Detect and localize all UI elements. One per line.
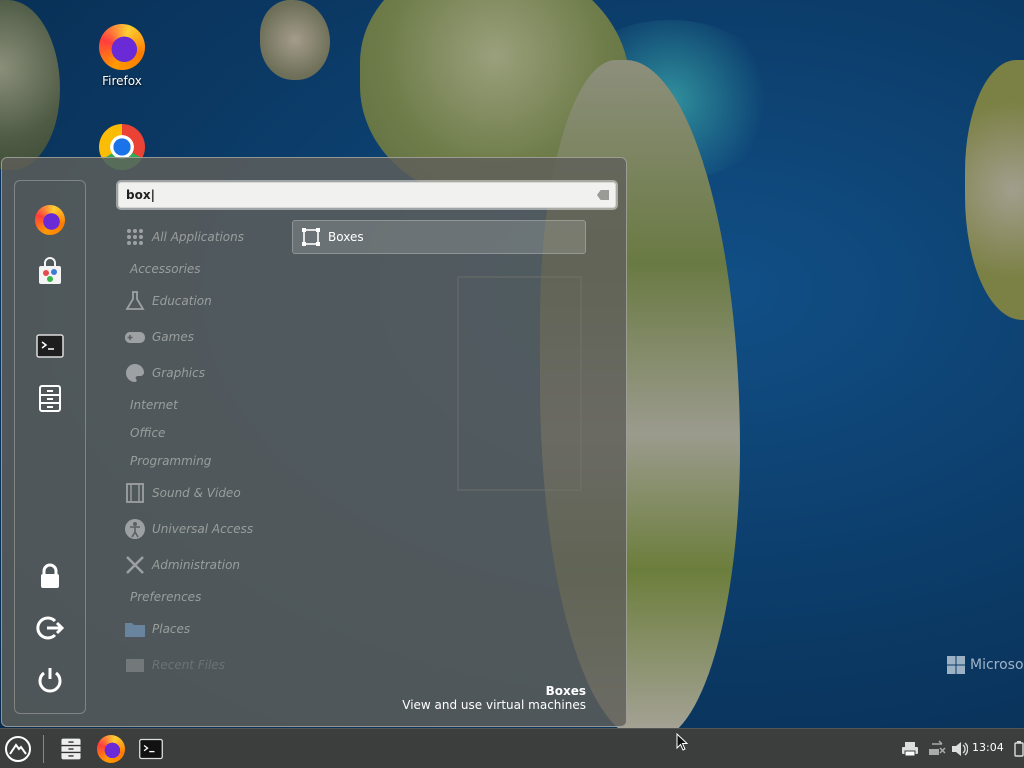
application-menu: All Applications Accessories Education G… [1, 157, 627, 727]
volume-icon[interactable] [950, 740, 968, 758]
terminal-icon [36, 334, 64, 358]
desktop-icon-label: Firefox [102, 74, 142, 88]
printer-icon[interactable] [901, 740, 919, 758]
menu-launcher-button[interactable] [3, 734, 33, 764]
category-internet[interactable]: Internet [130, 392, 178, 418]
category-label: Programming [130, 454, 212, 468]
accessibility-icon [125, 519, 145, 539]
desktop-icon-firefox[interactable]: Firefox [87, 24, 157, 88]
taskbar-terminal[interactable] [136, 734, 166, 764]
file-manager-icon [39, 385, 61, 412]
lock-icon [41, 563, 59, 588]
taskbar: 13:04 [0, 728, 1024, 768]
app-description: Boxes View and use virtual machines [402, 684, 586, 712]
recent-files-icon [126, 659, 144, 672]
category-programming[interactable]: Programming [130, 448, 211, 474]
grid-icon [127, 229, 143, 245]
network-offline-icon[interactable] [928, 740, 946, 758]
taskbar-clock[interactable]: 13:04 [972, 741, 1004, 754]
battery-icon[interactable] [1010, 740, 1024, 758]
category-label: Office [130, 426, 166, 440]
category-sound-video[interactable]: Sound & Video [124, 480, 241, 506]
windows-logo-icon [947, 656, 965, 674]
tools-icon [126, 556, 144, 574]
category-label: Recent Files [152, 658, 226, 672]
taskbar-file-manager[interactable] [56, 734, 86, 764]
category-label: Accessories [130, 262, 201, 276]
flask-icon [125, 291, 145, 310]
mouse-cursor-icon [676, 733, 688, 751]
category-office[interactable]: Office [130, 420, 165, 446]
app-description-title: Boxes [545, 684, 586, 698]
logout-button[interactable] [33, 611, 67, 645]
category-preferences[interactable]: Preferences [130, 584, 201, 610]
category-games[interactable]: Games [124, 324, 194, 350]
category-education[interactable]: Education [124, 288, 212, 314]
category-all-applications[interactable]: All Applications [124, 224, 244, 250]
software-store-icon [39, 257, 61, 284]
search-result-boxes[interactable]: Boxes [292, 220, 586, 254]
firefox-icon [99, 24, 145, 70]
logout-icon [36, 616, 65, 640]
category-label: Games [152, 330, 194, 344]
search-result-label: Boxes [328, 230, 364, 244]
category-graphics[interactable]: Graphics [124, 360, 205, 386]
windows-watermark: Microso [947, 656, 1024, 674]
category-label: Administration [152, 558, 241, 572]
firefox-icon [35, 205, 65, 235]
category-places[interactable]: Places [124, 616, 190, 642]
category-label: Internet [130, 398, 178, 412]
category-universal-access[interactable]: Universal Access [124, 516, 253, 542]
favorite-file-manager[interactable] [33, 381, 67, 415]
terminal-icon [139, 738, 163, 760]
power-icon [38, 668, 62, 693]
category-label: Places [152, 622, 191, 636]
boxes-icon [302, 228, 320, 246]
category-recent-files[interactable]: Recent Files [124, 652, 225, 678]
folder-icon [125, 623, 145, 637]
menu-search-box[interactable] [118, 182, 616, 208]
power-button[interactable] [33, 663, 67, 697]
category-label: Universal Access [152, 522, 254, 536]
favorites-sidebar [14, 180, 86, 714]
firefox-icon [97, 735, 125, 763]
category-label: Graphics [152, 366, 205, 380]
category-label: All Applications [152, 230, 244, 244]
lock-screen-button[interactable] [33, 559, 67, 593]
film-icon [126, 483, 144, 503]
palette-icon [126, 363, 145, 382]
zorin-logo-icon [5, 736, 31, 762]
category-accessories[interactable]: Accessories [130, 256, 201, 282]
category-label: Education [152, 294, 212, 308]
category-administration[interactable]: Administration [124, 552, 240, 578]
app-description-text: View and use virtual machines [402, 698, 586, 712]
favorite-terminal[interactable] [33, 329, 67, 363]
favorite-software-store[interactable] [33, 255, 67, 289]
category-label: Preferences [130, 590, 202, 604]
gamepad-icon [125, 332, 145, 343]
file-manager-icon [61, 738, 81, 760]
clear-search-icon[interactable] [597, 190, 609, 200]
category-label: Sound & Video [152, 486, 241, 500]
menu-search-input[interactable] [119, 183, 579, 207]
taskbar-firefox[interactable] [96, 734, 126, 764]
watermark-text: Microso [970, 657, 1024, 673]
favorite-firefox[interactable] [33, 203, 67, 237]
